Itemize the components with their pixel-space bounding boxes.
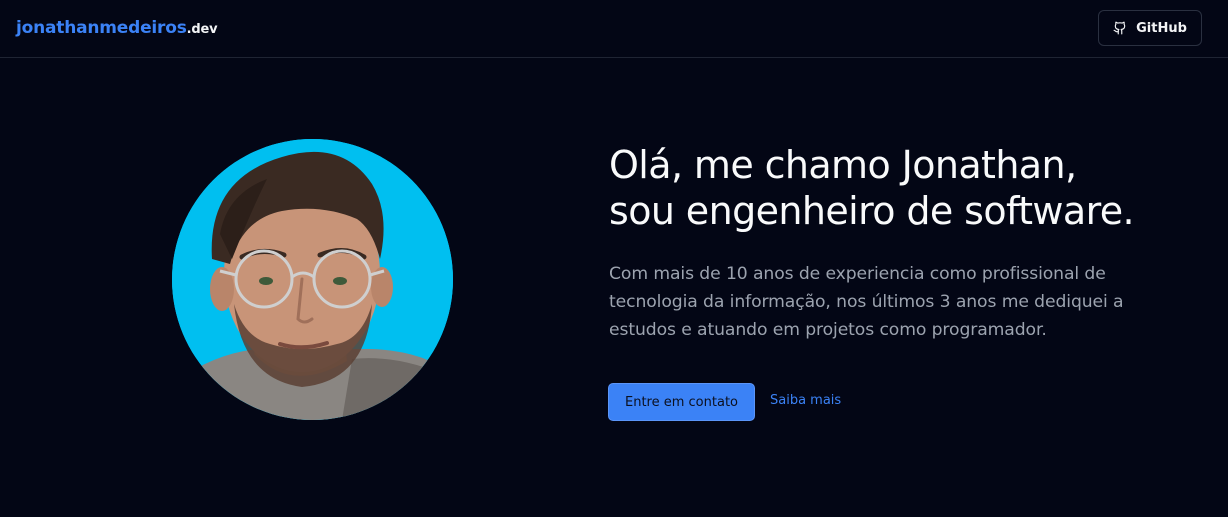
- github-label: GitHub: [1136, 20, 1187, 36]
- github-button[interactable]: GitHub: [1098, 10, 1202, 46]
- site-logo[interactable]: jonathanmedeiros.dev: [16, 18, 218, 38]
- logo-tld: .dev: [186, 22, 218, 37]
- profile-photo-illustration: [172, 139, 453, 420]
- hero-title-line-2: sou engenheiro de software.: [609, 189, 1135, 233]
- hero-title-line-1: Olá, me chamo Jonathan,: [609, 143, 1077, 187]
- contact-button[interactable]: Entre em contato: [608, 383, 755, 421]
- profile-photo: [172, 139, 453, 420]
- github-icon: [1113, 21, 1127, 35]
- logo-name: jonathanmedeiros: [16, 18, 187, 38]
- hero-description-line-1: Com mais de 10 anos de experiencia como …: [609, 264, 1106, 284]
- hero-description-line-3: estudos e atuando em projetos como progr…: [609, 320, 1047, 340]
- learn-more-link[interactable]: Saiba mais: [770, 393, 841, 408]
- hero-description-line-2: tecnologia da informação, nos últimos 3 …: [609, 292, 1124, 312]
- hero-title: Olá, me chamo Jonathan, sou engenheiro d…: [609, 142, 1135, 234]
- hero-description: Com mais de 10 anos de experiencia como …: [609, 260, 1209, 344]
- site-header: jonathanmedeiros.dev GitHub: [0, 0, 1228, 58]
